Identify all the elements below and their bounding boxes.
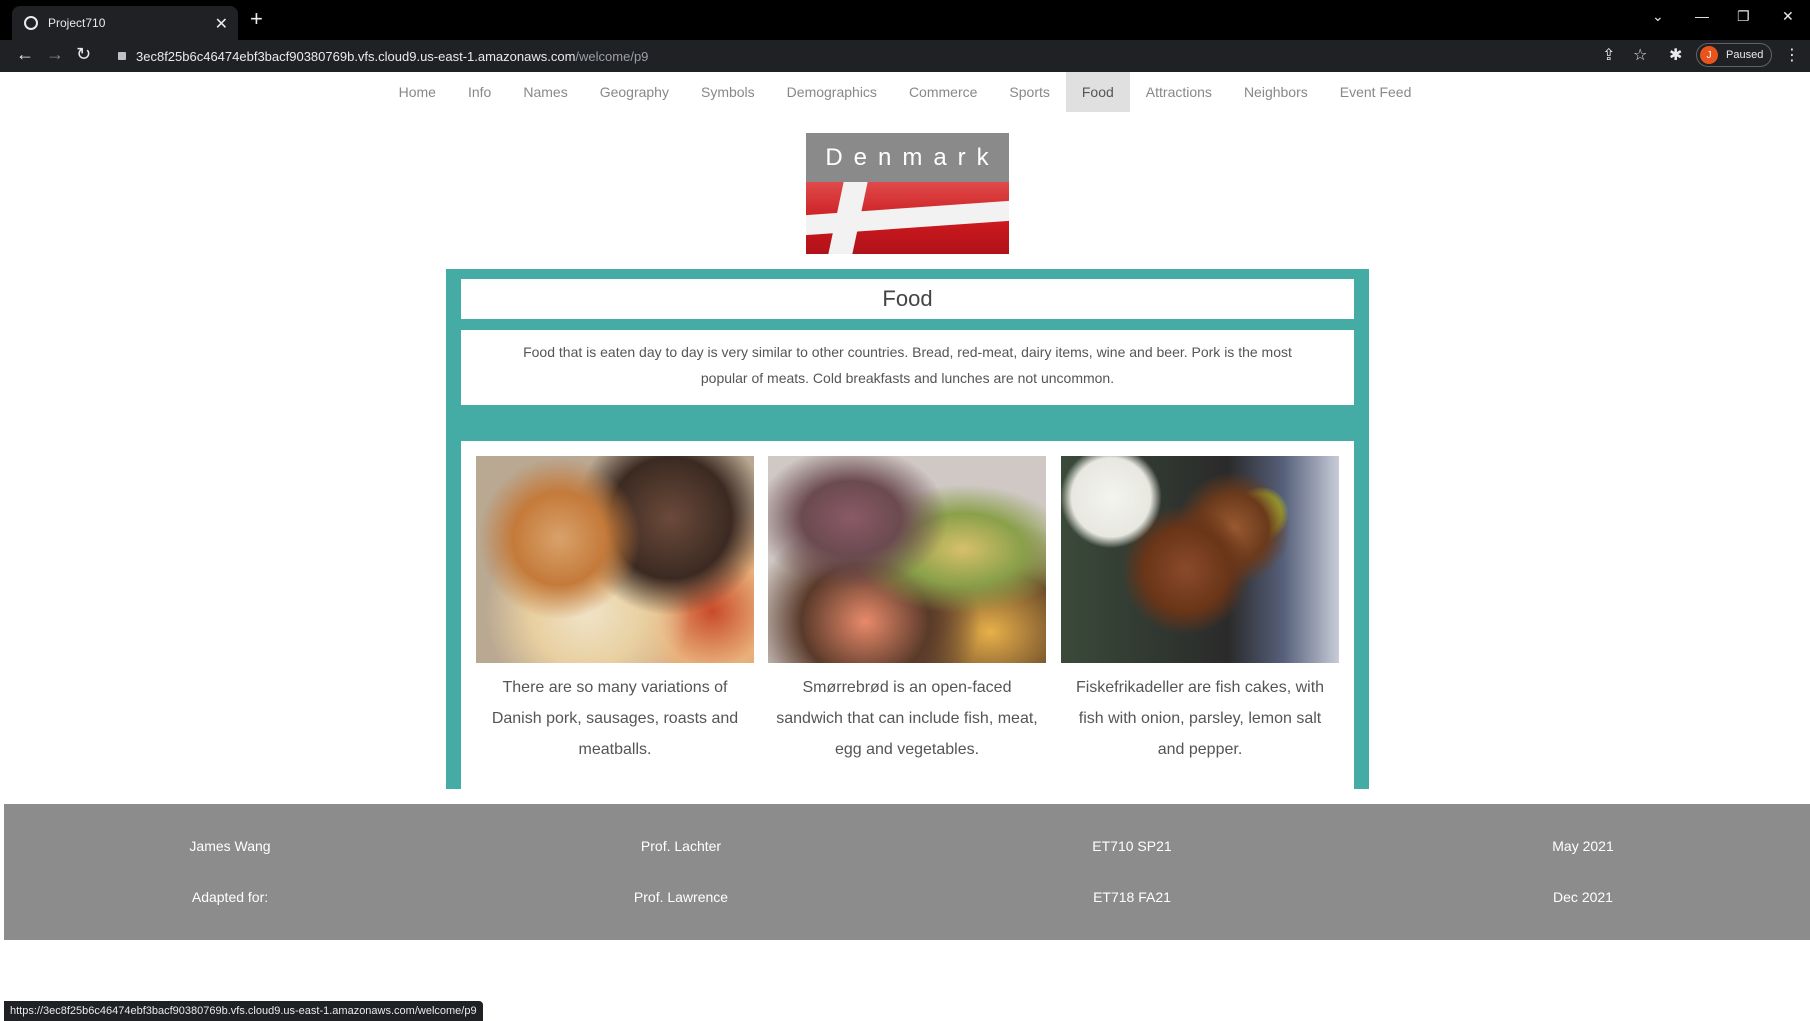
site-nav: Home Info Names Geography Symbols Demogr… xyxy=(0,72,1810,112)
url-host: 3ec8f25b6c46474ebf3bacf90380769b.vfs.clo… xyxy=(136,48,576,64)
bookmark-star-icon[interactable]: ☆ xyxy=(1633,45,1647,65)
country-title: Denmark xyxy=(806,133,1009,182)
danish-pork-platter-image xyxy=(476,456,754,663)
footer-date-column: May 2021 Dec 2021 xyxy=(1483,826,1683,928)
footer-date-2: Dec 2021 xyxy=(1553,889,1613,905)
close-window-icon[interactable]: ✕ xyxy=(1782,8,1794,25)
browser-toolbar: ← → ↻ 3ec8f25b6c46474ebf3bacf90380769b.v… xyxy=(0,40,1810,72)
status-bar-url: https://3ec8f25b6c46474ebf3bacf90380769b… xyxy=(4,1001,483,1021)
nav-food[interactable]: Food xyxy=(1065,72,1130,112)
footer-course-column: ET710 SP21 ET718 FA21 xyxy=(1032,826,1232,928)
restore-icon[interactable]: ❐ xyxy=(1737,8,1750,25)
profile-status: Paused xyxy=(1726,49,1764,61)
address-bar[interactable]: 3ec8f25b6c46474ebf3bacf90380769b.vfs.clo… xyxy=(108,43,1578,69)
minimize-icon[interactable]: — xyxy=(1695,8,1709,24)
smorrebrod-sandwich-image xyxy=(768,456,1046,663)
browser-tab-bar: Project710 ✕ + ⌄ — ❐ ✕ xyxy=(0,0,1810,40)
share-icon[interactable]: ⇪ xyxy=(1602,45,1615,65)
footer-course-1: ET710 SP21 xyxy=(1092,838,1172,854)
tab-title: Project710 xyxy=(48,16,106,30)
card-caption: Smørrebrød is an open-faced sandwich tha… xyxy=(776,679,1038,758)
lock-icon xyxy=(118,52,126,60)
nav-event-feed[interactable]: Event Feed xyxy=(1324,72,1428,112)
country-header: Denmark xyxy=(806,133,1009,254)
forward-icon[interactable]: → xyxy=(46,44,64,65)
nav-sports[interactable]: Sports xyxy=(993,72,1065,112)
food-card-fiskefrikadeller: Fiskefrikadeller are fish cakes, with fi… xyxy=(1061,456,1339,765)
extensions-icon[interactable]: ✱ xyxy=(1669,45,1682,65)
food-card-grid: There are so many variations of Danish p… xyxy=(461,441,1354,789)
nav-geography[interactable]: Geography xyxy=(584,72,685,112)
footer-professor-1: Prof. Lachter xyxy=(640,838,722,854)
url-path: /welcome/p9 xyxy=(575,48,649,64)
footer-course-2: ET718 FA21 xyxy=(1093,889,1171,905)
menu-kebab-icon[interactable]: ⋮ xyxy=(1784,45,1800,65)
footer-adapted-label: Adapted for: xyxy=(191,889,269,905)
food-panel: Food Food that is eaten day to day is ve… xyxy=(446,269,1369,789)
close-tab-icon[interactable]: ✕ xyxy=(215,14,228,34)
section-title: Food xyxy=(461,279,1354,319)
nav-info[interactable]: Info xyxy=(452,72,507,112)
card-caption: Fiskefrikadeller are fish cakes, with fi… xyxy=(1075,679,1325,758)
tab-search-icon[interactable]: ⌄ xyxy=(1652,8,1664,25)
footer-author: James Wang xyxy=(189,838,271,854)
section-description: Food that is eaten day to day is very si… xyxy=(461,330,1354,405)
nav-neighbors[interactable]: Neighbors xyxy=(1228,72,1324,112)
nav-home[interactable]: Home xyxy=(383,72,452,112)
footer-date-1: May 2021 xyxy=(1552,838,1614,854)
nav-names[interactable]: Names xyxy=(507,72,583,112)
food-card-pork: There are so many variations of Danish p… xyxy=(476,456,754,765)
card-caption: There are so many variations of Danish p… xyxy=(491,679,739,758)
nav-commerce[interactable]: Commerce xyxy=(893,72,993,112)
nav-demographics[interactable]: Demographics xyxy=(771,72,893,112)
nav-symbols[interactable]: Symbols xyxy=(685,72,771,112)
globe-icon xyxy=(24,16,38,30)
back-icon[interactable]: ← xyxy=(16,44,34,65)
footer-professor-2: Prof. Lawrence xyxy=(633,889,729,905)
nav-attractions[interactable]: Attractions xyxy=(1130,72,1228,112)
site-footer: James Wang Adapted for: Prof. Lachter Pr… xyxy=(4,804,1810,940)
footer-author-column: James Wang Adapted for: xyxy=(130,826,330,928)
danish-flag-image xyxy=(806,182,1009,254)
reload-icon[interactable]: ↻ xyxy=(76,44,91,65)
profile-button[interactable]: J Paused xyxy=(1696,43,1772,67)
food-card-smorrebrod: Smørrebrød is an open-faced sandwich tha… xyxy=(768,456,1046,765)
footer-professor-column: Prof. Lachter Prof. Lawrence xyxy=(581,826,781,928)
fish-cakes-image xyxy=(1061,456,1339,663)
avatar: J xyxy=(1700,46,1718,64)
browser-tab[interactable]: Project710 ✕ xyxy=(12,6,238,40)
new-tab-icon[interactable]: + xyxy=(250,6,263,32)
